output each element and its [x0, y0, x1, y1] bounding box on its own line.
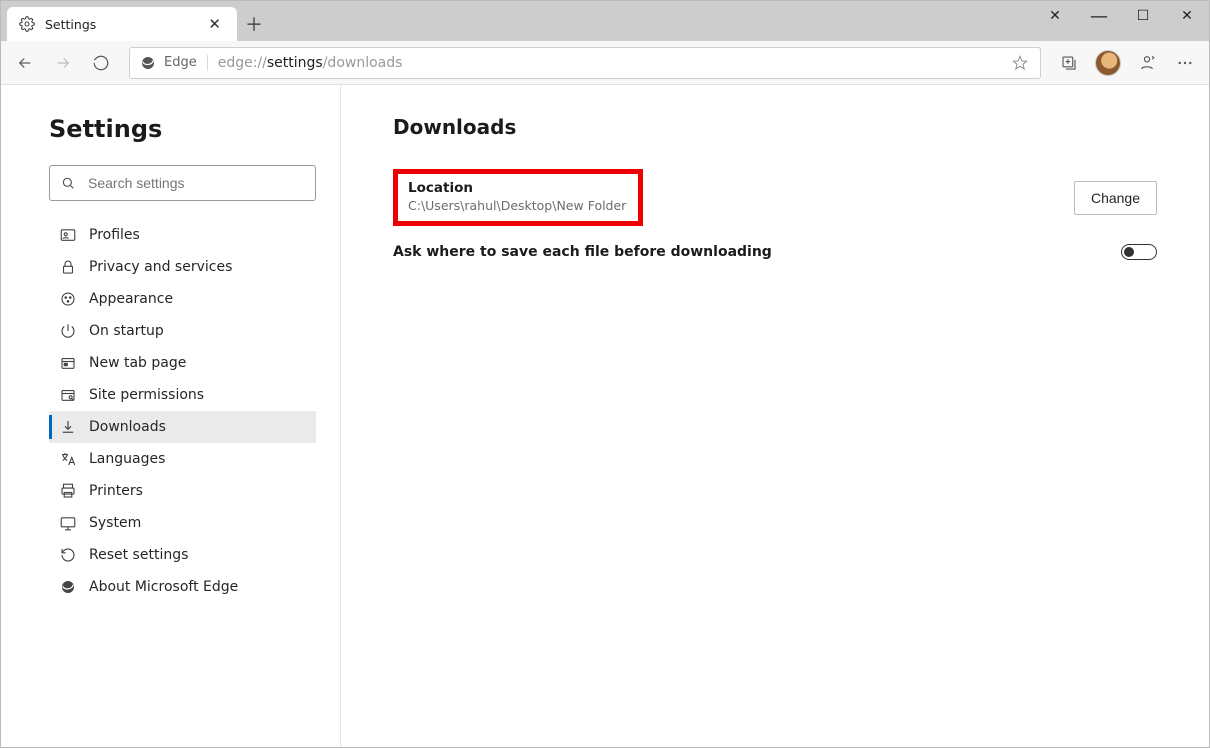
settings-nav: Profiles Privacy and services Appearance On… [49, 219, 316, 603]
edge-icon [59, 578, 77, 596]
sidebar-item-label: Reset settings [89, 547, 188, 563]
search-icon [60, 175, 76, 191]
edge-logo-icon [140, 55, 156, 71]
new-tab-button[interactable]: ＋ [237, 7, 271, 41]
address-bar[interactable]: Edge edge://settings/downloads [129, 47, 1041, 79]
sidebar-item-privacy-and-services[interactable]: Privacy and services [49, 251, 316, 283]
sidebar-item-label: Privacy and services [89, 259, 232, 275]
appearance-icon [59, 290, 77, 308]
languages-icon [59, 450, 77, 468]
sidebar-item-new-tab-page[interactable]: New tab page [49, 347, 316, 379]
sidebar-item-label: System [89, 515, 141, 531]
sidebar-item-reset-settings[interactable]: Reset settings [49, 539, 316, 571]
window-close[interactable]: ✕ [1165, 1, 1209, 31]
sidebar-item-profiles[interactable]: Profiles [49, 219, 316, 251]
location-highlight: Location C:\Users\rahul\Desktop\New Fold… [393, 169, 643, 226]
sidebar-item-label: Downloads [89, 419, 166, 435]
titlebar: Settings ✕ ＋ ✕ — ☐ ✕ [1, 1, 1209, 41]
url-text: edge://settings/downloads [208, 55, 1006, 71]
change-location-button[interactable]: Change [1074, 181, 1157, 215]
tab-title: Settings [45, 17, 202, 32]
ask-where-toggle-row: Ask where to save each file before downl… [393, 244, 1157, 260]
profile-avatar[interactable] [1095, 50, 1121, 76]
power-icon [59, 322, 77, 340]
settings-main: Downloads Location C:\Users\rahul\Deskto… [341, 85, 1209, 747]
page-title: Settings [49, 115, 316, 143]
window-close-secondary[interactable]: ✕ [1033, 1, 1077, 31]
search-settings-input[interactable] [49, 165, 316, 201]
system-icon [59, 514, 77, 532]
search-field[interactable] [86, 174, 305, 192]
sidebar-item-system[interactable]: System [49, 507, 316, 539]
collections-button[interactable] [1051, 45, 1087, 81]
site-identity[interactable]: Edge [136, 55, 208, 71]
sidebar-item-label: Printers [89, 483, 143, 499]
profile-card-icon [59, 226, 77, 244]
sidebar-item-site-permissions[interactable]: Site permissions [49, 379, 316, 411]
lock-icon [59, 258, 77, 276]
location-label: Location [408, 180, 626, 196]
sidebar-item-about-microsoft-edge[interactable]: About Microsoft Edge [49, 571, 316, 603]
sidebar-item-label: About Microsoft Edge [89, 579, 238, 595]
content-area: Settings Profiles Privacy and services App… [1, 85, 1209, 747]
sidebar-item-label: Profiles [89, 227, 140, 243]
location-row: Location C:\Users\rahul\Desktop\New Fold… [393, 169, 1157, 226]
new-tab-icon [59, 354, 77, 372]
sidebar-item-label: Appearance [89, 291, 173, 307]
back-button[interactable] [7, 45, 43, 81]
identity-label: Edge [164, 55, 197, 70]
ask-toggle-label: Ask where to save each file before downl… [393, 244, 772, 260]
favorite-button[interactable] [1006, 55, 1034, 71]
sidebar-item-languages[interactable]: Languages [49, 443, 316, 475]
location-path: C:\Users\rahul\Desktop\New Folder [408, 198, 626, 213]
download-icon [59, 418, 77, 436]
reset-icon [59, 546, 77, 564]
ask-where-toggle[interactable] [1121, 244, 1157, 260]
sidebar-item-label: Site permissions [89, 387, 204, 403]
window-controls: ✕ — ☐ ✕ [1033, 1, 1209, 41]
window-minimize[interactable]: — [1077, 1, 1121, 31]
window-maximize[interactable]: ☐ [1121, 1, 1165, 31]
sidebar-item-label: On startup [89, 323, 164, 339]
more-menu-button[interactable] [1167, 45, 1203, 81]
feedback-button[interactable] [1129, 45, 1165, 81]
sidebar-item-label: New tab page [89, 355, 186, 371]
section-heading: Downloads [393, 115, 1157, 139]
sidebar-item-downloads[interactable]: Downloads [49, 411, 316, 443]
tab-close-button[interactable]: ✕ [202, 13, 227, 35]
browser-tab[interactable]: Settings ✕ [7, 7, 237, 41]
forward-button[interactable] [45, 45, 81, 81]
sidebar-item-printers[interactable]: Printers [49, 475, 316, 507]
permissions-icon [59, 386, 77, 404]
sidebar-item-on-startup[interactable]: On startup [49, 315, 316, 347]
printer-icon [59, 482, 77, 500]
sidebar-item-label: Languages [89, 451, 165, 467]
gear-icon [19, 16, 35, 32]
settings-sidebar: Settings Profiles Privacy and services App… [1, 85, 341, 747]
sidebar-item-appearance[interactable]: Appearance [49, 283, 316, 315]
toolbar: Edge edge://settings/downloads [1, 41, 1209, 85]
refresh-button[interactable] [83, 45, 119, 81]
